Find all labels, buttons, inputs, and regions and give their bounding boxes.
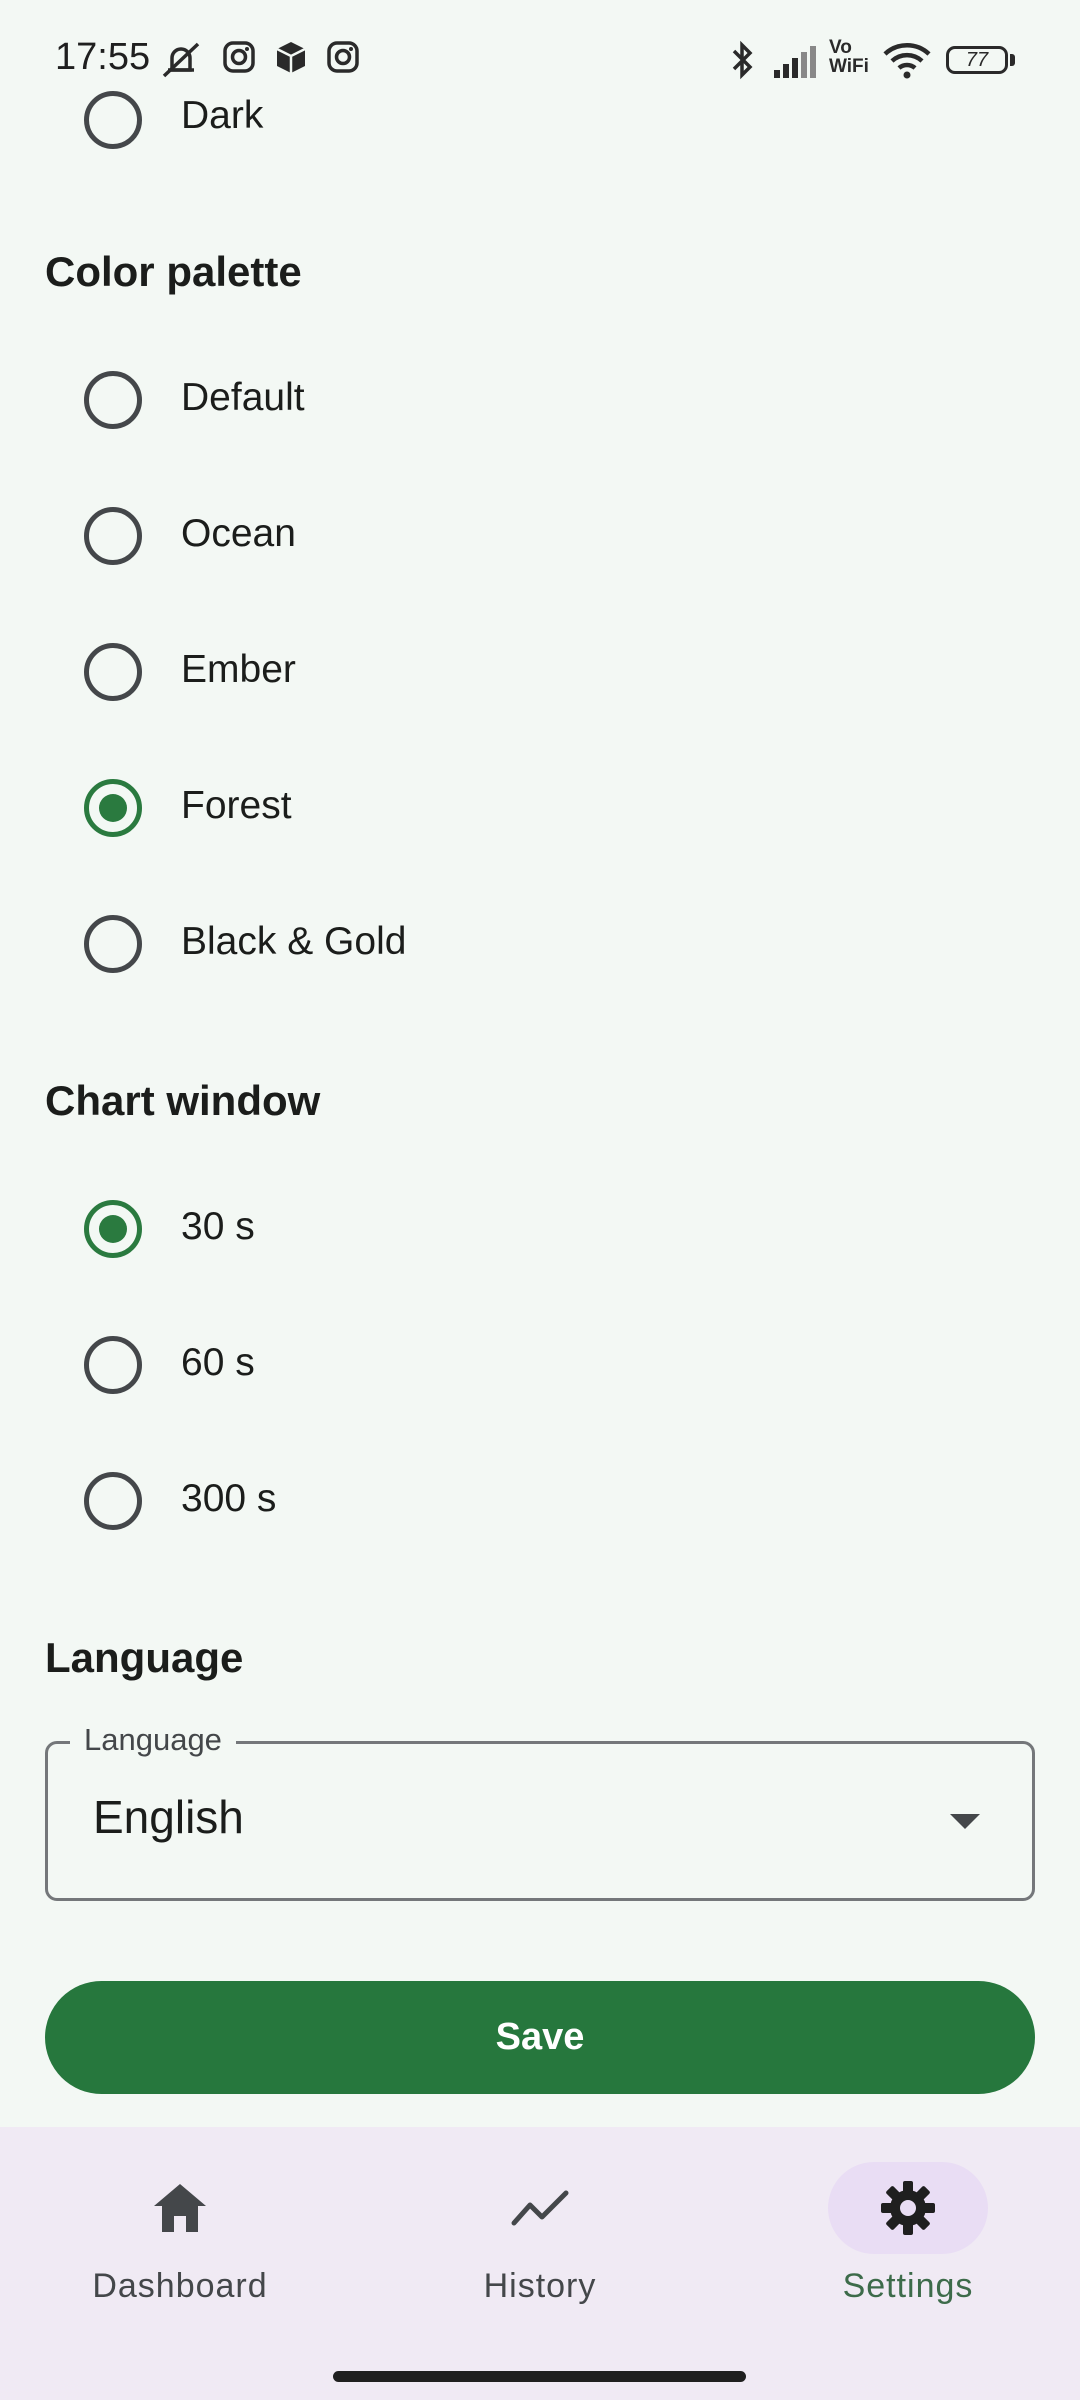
nav-item-history[interactable]: History [360,2127,720,2327]
chart-line-icon [511,2190,569,2226]
language-dropdown[interactable]: Language English [45,1722,1035,1901]
radio-option-black-gold[interactable]: Black & Gold [0,884,1080,1004]
radio-label: 300 s [181,1477,277,1520]
radio-label: Default [181,376,305,419]
radio-option-dark[interactable]: Dark [0,55,1080,175]
radio-button[interactable] [84,371,142,429]
nav-item-dashboard[interactable]: Dashboard [0,2127,360,2327]
radio-option-30s[interactable]: 30 s [0,1169,1080,1289]
radio-button[interactable] [84,643,142,701]
radio-label: Dark [181,94,264,137]
nav-icon-container [460,2162,620,2254]
radio-label: Ember [181,648,296,691]
gear-icon [881,2181,935,2235]
home-indicator[interactable] [333,2371,746,2382]
home-icon [154,2184,206,2232]
radio-option-300s[interactable]: 300 s [0,1441,1080,1561]
radio-button[interactable] [84,1336,142,1394]
radio-button[interactable] [84,915,142,973]
radio-button[interactable] [84,91,142,149]
radio-button-selected[interactable] [84,1200,142,1258]
dropdown-value: English [93,1791,244,1843]
radio-option-default[interactable]: Default [0,340,1080,460]
caret-down-icon[interactable] [950,1814,980,1829]
radio-button-selected[interactable] [84,779,142,837]
nav-label: Dashboard [92,2267,268,2305]
radio-option-ember[interactable]: Ember [0,612,1080,732]
nav-icon-container [100,2162,260,2254]
chart-window-heading: Chart window [45,1077,321,1124]
save-button[interactable]: Save [45,1981,1035,2094]
color-palette-heading: Color palette [45,248,302,295]
radio-label: Black & Gold [181,920,407,963]
nav-label: History [483,2267,597,2305]
radio-button[interactable] [84,1472,142,1530]
radio-label: Ocean [181,512,296,555]
radio-option-forest[interactable]: Forest [0,748,1080,868]
nav-item-settings[interactable]: Settings [728,2127,1080,2327]
language-heading: Language [45,1634,244,1681]
radio-button[interactable] [84,507,142,565]
radio-label: 60 s [181,1341,255,1384]
radio-option-60s[interactable]: 60 s [0,1305,1080,1425]
bottom-navigation: Dashboard History Settings [0,2127,1080,2400]
radio-label: 30 s [181,1205,255,1248]
dropdown-label: Language [70,1722,236,1758]
nav-label: Settings [842,2267,974,2305]
radio-label: Forest [181,784,292,827]
radio-option-ocean[interactable]: Ocean [0,476,1080,596]
nav-icon-container [828,2162,988,2254]
